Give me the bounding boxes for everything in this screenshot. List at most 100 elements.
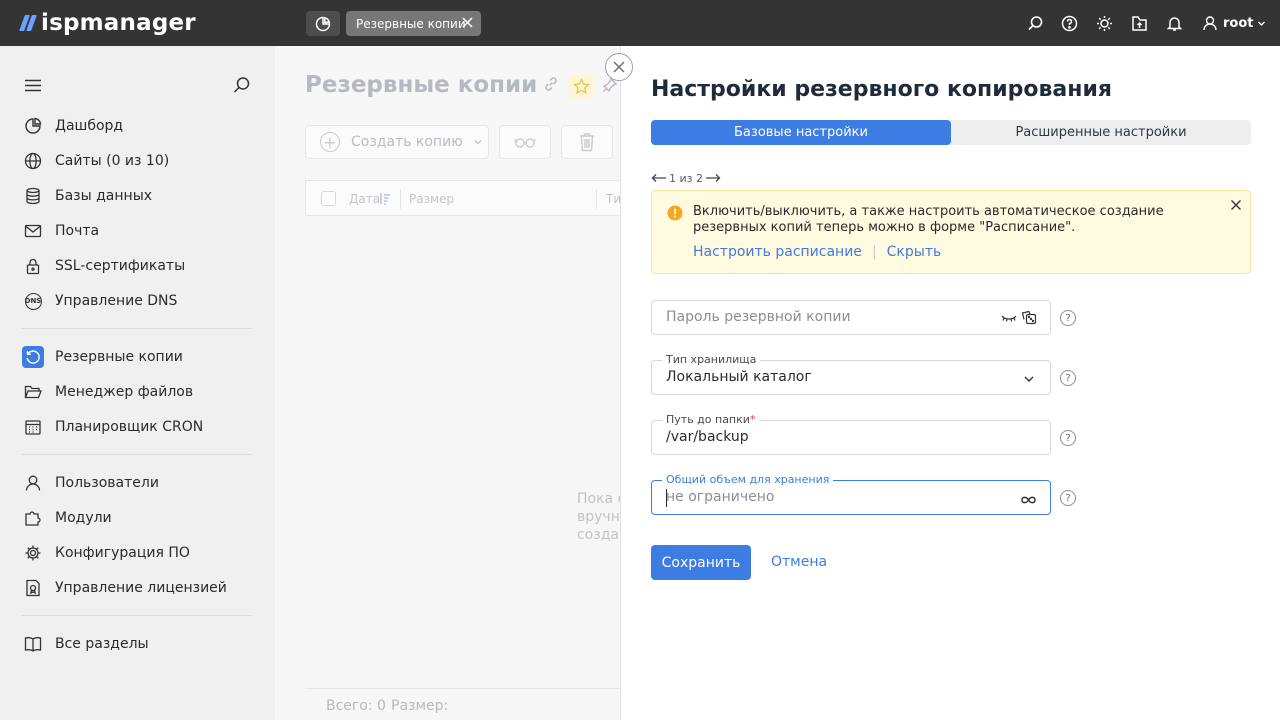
column-header-size[interactable]: Размер bbox=[409, 192, 454, 206]
sidebar-item-users[interactable]: Пользователи bbox=[22, 471, 252, 495]
mail-icon bbox=[22, 220, 44, 242]
storage-type-select[interactable]: Тип хранилища Локальный каталог bbox=[651, 353, 1051, 395]
sidebar-item-ssl[interactable]: SSL-сертификаты bbox=[22, 254, 252, 278]
help-icon[interactable] bbox=[1059, 13, 1079, 33]
sidebar-item-modules[interactable]: Модули bbox=[22, 506, 252, 530]
sidebar-item-cron[interactable]: Планировщик CRON bbox=[22, 415, 252, 439]
sidebar-item-label: Почта bbox=[55, 223, 100, 239]
help-icon[interactable]: ? bbox=[1060, 490, 1076, 506]
open-tab-backups[interactable]: Резервные копии bbox=[346, 11, 481, 36]
delete-button[interactable] bbox=[561, 125, 613, 159]
select-all-checkbox[interactable] bbox=[321, 191, 336, 206]
sort-icon[interactable] bbox=[379, 192, 391, 205]
column-header-date[interactable]: Дата bbox=[349, 192, 380, 206]
logo[interactable]: ispmanager bbox=[19, 8, 196, 38]
sidebar-item-backups[interactable]: Резервные копии bbox=[22, 345, 252, 369]
sidebar-item-file-manager[interactable]: Менеджер файлов bbox=[22, 380, 252, 404]
sidebar-item-label: Управление DNS bbox=[55, 293, 178, 309]
menu-burger-icon[interactable] bbox=[25, 79, 41, 96]
arrow-left-icon[interactable] bbox=[651, 173, 667, 183]
open-tab-label: Резервные копии bbox=[356, 16, 466, 31]
folder-path-label-text: Путь до папки bbox=[666, 413, 750, 426]
sidebar-item-label: Пользователи bbox=[55, 475, 159, 491]
lock-icon bbox=[22, 255, 44, 277]
dashboard-icon bbox=[22, 115, 44, 137]
password-placeholder: Пароль резервной копии bbox=[666, 309, 851, 325]
upload-icon[interactable] bbox=[1129, 13, 1149, 33]
table-footer: Всего: 0 Размер: bbox=[305, 688, 620, 720]
close-tab-icon[interactable] bbox=[461, 16, 474, 32]
bell-icon[interactable] bbox=[1164, 13, 1184, 33]
link-separator: | bbox=[871, 244, 877, 260]
info-alert: Включить/выключить, а также настроить ав… bbox=[651, 190, 1251, 274]
close-panel-button[interactable] bbox=[605, 53, 633, 81]
sidebar-item-all-sections[interactable]: Все разделы bbox=[22, 632, 252, 656]
dashboard-tab-button[interactable] bbox=[306, 11, 340, 36]
search-icon[interactable] bbox=[1025, 13, 1045, 33]
tab-basic-settings[interactable]: Базовые настройки bbox=[651, 120, 951, 145]
pie-chart-icon bbox=[315, 16, 331, 31]
sidebar-divider bbox=[22, 615, 252, 616]
help-icon[interactable]: ? bbox=[1060, 310, 1076, 326]
sidebar-item-mail[interactable]: Почта bbox=[22, 219, 252, 243]
sidebar-item-label: Конфигурация ПО bbox=[55, 545, 190, 561]
arrow-right-icon[interactable] bbox=[705, 173, 721, 183]
link-icon[interactable] bbox=[543, 76, 559, 96]
theme-sun-icon[interactable] bbox=[1094, 13, 1114, 33]
alert-text: Включить/выключить, а также настроить ав… bbox=[693, 204, 1164, 235]
database-icon bbox=[22, 185, 44, 207]
hide-password-eye-icon[interactable] bbox=[1001, 312, 1017, 328]
cancel-link[interactable]: Отмена bbox=[771, 554, 827, 570]
sidebar-item-label: SSL-сертификаты bbox=[55, 258, 186, 274]
generate-password-dice-icon[interactable] bbox=[1021, 309, 1037, 329]
help-icon[interactable]: ? bbox=[1060, 430, 1076, 446]
user-icon bbox=[1203, 16, 1217, 31]
empty-state-text: Пока е вручну создан bbox=[577, 491, 620, 543]
page-title: Резервные копии bbox=[305, 72, 538, 98]
modules-icon bbox=[22, 507, 44, 529]
sidebar-item-sites[interactable]: Сайты (0 из 10) bbox=[22, 149, 252, 173]
sidebar-divider bbox=[22, 328, 252, 329]
sidebar-item-label: Все разделы bbox=[55, 636, 149, 652]
sidebar-search-icon[interactable] bbox=[233, 76, 251, 98]
settings-tabs: Базовые настройки Расширенные настройки bbox=[651, 120, 1251, 145]
user-menu[interactable]: root bbox=[1202, 13, 1266, 33]
gear-icon bbox=[22, 542, 44, 564]
sidebar-item-license[interactable]: Управление лицензией bbox=[22, 576, 252, 600]
alert-links: Настроить расписание | Скрыть bbox=[693, 244, 941, 260]
backup-icon bbox=[22, 346, 44, 368]
favorite-star-icon[interactable] bbox=[569, 74, 593, 98]
hide-alert-link[interactable]: Скрыть bbox=[887, 244, 942, 260]
backup-password-input[interactable]: Пароль резервной копии bbox=[651, 300, 1051, 335]
plus-icon: + bbox=[320, 132, 340, 152]
sidebar-item-software-config[interactable]: Конфигурация ПО bbox=[22, 541, 252, 565]
book-icon bbox=[22, 633, 44, 655]
footer-size: Размер: bbox=[391, 698, 449, 714]
view-button[interactable] bbox=[499, 125, 551, 159]
chevron-down-icon bbox=[1023, 372, 1035, 388]
alert-pager: 1 из 2 bbox=[651, 170, 721, 186]
save-button[interactable]: Сохранить bbox=[651, 545, 751, 580]
sidebar-item-label: Управление лицензией bbox=[55, 580, 227, 596]
tab-advanced-settings[interactable]: Расширенные настройки bbox=[951, 120, 1251, 145]
sidebar-item-label: Базы данных bbox=[55, 188, 153, 204]
column-header-type[interactable]: Ти bbox=[606, 192, 620, 206]
glasses-icon bbox=[514, 138, 536, 148]
create-backup-button[interactable]: + Создать копию bbox=[305, 125, 489, 159]
infinity-icon[interactable] bbox=[1020, 493, 1037, 509]
create-backup-label: Создать копию bbox=[351, 134, 463, 150]
folder-icon bbox=[22, 381, 44, 403]
sidebar-item-label: Модули bbox=[55, 510, 112, 526]
alert-close-icon[interactable] bbox=[1230, 199, 1242, 215]
sidebar-item-dns[interactable]: DNS Управление DNS bbox=[22, 289, 252, 313]
configure-schedule-link[interactable]: Настроить расписание bbox=[693, 244, 862, 260]
sidebar-item-label: Планировщик CRON bbox=[55, 419, 204, 435]
storage-volume-placeholder: не ограничено bbox=[666, 489, 775, 505]
sidebar-item-dashboard[interactable]: Дашборд bbox=[22, 114, 252, 138]
top-bar: ispmanager Резервные копии root bbox=[0, 0, 1280, 46]
sidebar-item-databases[interactable]: Базы данных bbox=[22, 184, 252, 208]
folder-path-input[interactable]: Путь до папки* /var/backup bbox=[651, 413, 1051, 455]
folder-path-label: Путь до папки* bbox=[662, 413, 760, 427]
help-icon[interactable]: ? bbox=[1060, 370, 1076, 386]
storage-volume-input[interactable]: Общий объем для хранения не ограничено bbox=[651, 473, 1051, 515]
